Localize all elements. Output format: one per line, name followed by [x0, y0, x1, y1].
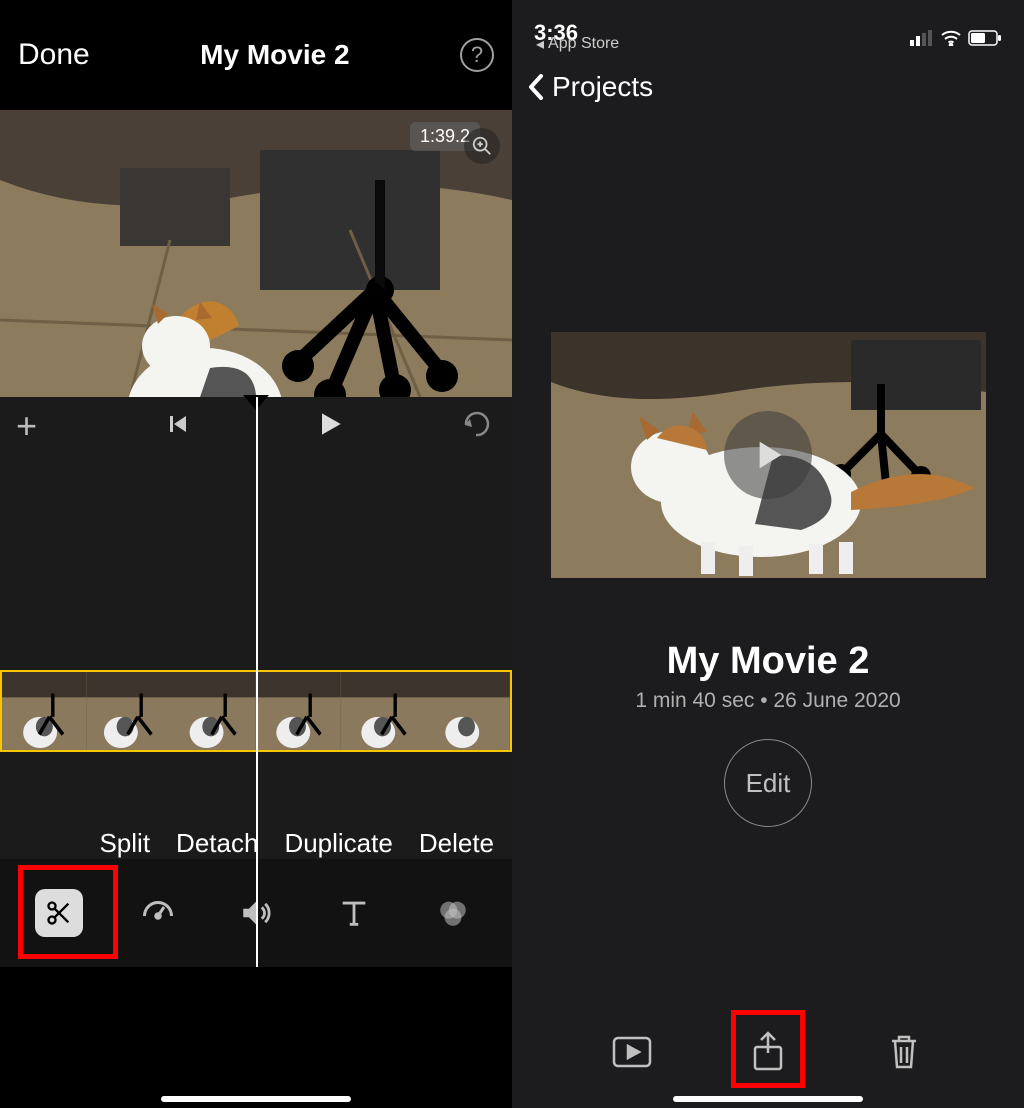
project-meta: 1 min 40 sec • 26 June 2020: [635, 689, 900, 713]
editor-header: Done My Movie 2 ?: [0, 0, 512, 110]
battery-icon: [968, 30, 1002, 46]
color-circles-icon: [436, 896, 470, 930]
back-button[interactable]: Projects: [526, 71, 653, 103]
project-title: My Movie 2: [200, 39, 349, 71]
play-project-button[interactable]: [604, 1024, 660, 1080]
timeline[interactable]: Split Detach Duplicate Delete: [0, 455, 512, 967]
back-to-app[interactable]: ◂ App Store: [536, 34, 619, 54]
clip-thumbnail: [2, 672, 87, 750]
clip-thumbnail: [87, 672, 172, 750]
clip-actions: Split Detach Duplicate Delete: [99, 828, 494, 859]
cellular-icon: [910, 30, 934, 46]
text-icon: [337, 896, 371, 930]
help-button[interactable]: ?: [460, 38, 494, 72]
highlight-scissors: [18, 865, 118, 959]
duplicate-button[interactable]: Duplicate: [284, 828, 392, 859]
project-body: My Movie 2 1 min 40 sec • 26 June 2020 E…: [512, 122, 1024, 827]
play-icon: [748, 435, 788, 475]
projects-header: Projects: [512, 52, 1024, 122]
video-preview[interactable]: 1:39.2: [0, 110, 512, 397]
status-icons: [910, 30, 1002, 46]
editor-screen: Done My Movie 2 ?: [0, 0, 512, 1108]
play-button[interactable]: [314, 408, 346, 445]
playhead-line[interactable]: [256, 397, 258, 967]
split-button[interactable]: Split: [99, 828, 150, 859]
clip-thumbnail: [341, 672, 426, 750]
back-triangle-icon: ◂: [536, 34, 544, 54]
trash-icon: [888, 1033, 920, 1071]
wifi-icon: [940, 30, 962, 46]
clip-thumbnail: [171, 672, 256, 750]
play-overlay[interactable]: [724, 411, 812, 499]
detach-button[interactable]: Detach: [176, 828, 258, 859]
done-button[interactable]: Done: [18, 38, 90, 72]
titles-tool[interactable]: [326, 885, 382, 941]
clip-thumbnail: [425, 672, 510, 750]
speedometer-icon: [140, 895, 176, 931]
delete-button[interactable]: Delete: [419, 828, 494, 859]
edit-button[interactable]: Edit: [724, 739, 812, 827]
delete-project-button[interactable]: [876, 1024, 932, 1080]
back-app-label: App Store: [548, 35, 619, 53]
speed-tool[interactable]: [130, 885, 186, 941]
undo-button[interactable]: [462, 411, 492, 442]
play-rect-icon: [612, 1036, 652, 1068]
project-name: My Movie 2: [667, 640, 870, 683]
highlight-share: [731, 1010, 805, 1088]
back-label: Projects: [552, 71, 653, 103]
clip-thumbnail: [256, 672, 341, 750]
skip-back-button[interactable]: [166, 412, 190, 441]
home-indicator[interactable]: [673, 1096, 863, 1102]
projects-screen: 3:36 ◂ App Store Projects: [512, 0, 1024, 1108]
chevron-left-icon: [526, 72, 546, 102]
home-indicator[interactable]: [161, 1096, 351, 1102]
project-thumbnail[interactable]: [551, 332, 986, 578]
filters-tool[interactable]: [425, 885, 481, 941]
add-media-button[interactable]: +: [16, 405, 37, 447]
zoom-in-button[interactable]: [464, 128, 500, 164]
preview-frame-image: [0, 110, 512, 397]
